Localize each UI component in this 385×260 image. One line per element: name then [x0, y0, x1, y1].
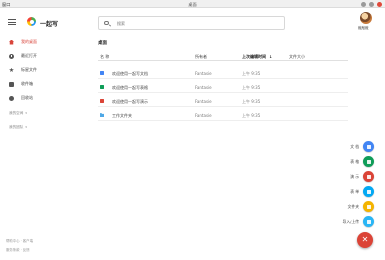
- window-close-icon[interactable]: [377, 1, 382, 7]
- window-title: 桌面: [188, 1, 197, 7]
- fab-new-sheet[interactable]: 表 格: [326, 156, 376, 168]
- document-icon: [100, 70, 104, 75]
- fab-label: 表 格: [350, 159, 359, 164]
- file-modified: 上午 9:35: [242, 84, 261, 90]
- column-header-modified[interactable]: 上次编辑时间: [242, 54, 272, 60]
- file-owner: Fantasie: [195, 98, 212, 104]
- app-name: 一起写: [40, 20, 59, 28]
- chevron-down-icon: ▾: [25, 111, 27, 115]
- sidebar-section-my-team[interactable]: 我的团队 ▾: [9, 125, 27, 130]
- file-modified: 上午 9:35: [242, 70, 261, 76]
- trash-icon: [9, 95, 14, 101]
- folder-icon[interactable]: [363, 201, 374, 212]
- fab-new-document[interactable]: 文 档: [326, 141, 376, 153]
- file-owner: Fantasie: [195, 70, 212, 76]
- table-row[interactable]: 工作文件夹 Fantasie 上午 9:35: [98, 109, 348, 121]
- star-icon: [9, 67, 14, 73]
- window-titlebar: 窗口 桌面: [0, 0, 385, 8]
- document-icon[interactable]: [363, 141, 374, 152]
- footer-links-primary[interactable]: 帮助中心 · 客户端: [6, 238, 33, 243]
- file-name[interactable]: 欢迎使用一起写表格: [112, 85, 148, 91]
- home-icon: [9, 39, 14, 45]
- maximize-icon[interactable]: [369, 1, 374, 7]
- minimize-icon[interactable]: [361, 1, 366, 7]
- form-icon[interactable]: [363, 186, 374, 197]
- mail-icon: [9, 81, 14, 87]
- chevron-down-icon: ▾: [25, 125, 27, 129]
- search-box[interactable]: [98, 16, 285, 30]
- sidebar-item-label: 回收站: [21, 95, 33, 100]
- footer-links-secondary[interactable]: 服务条款 · 反馈: [6, 247, 30, 252]
- sidebar-item-inbox[interactable]: 收件箱: [9, 80, 33, 88]
- clock-icon: [9, 53, 14, 59]
- app-logo: [27, 17, 36, 26]
- file-name[interactable]: 欢迎使用一起写演示: [112, 99, 148, 105]
- column-header-size[interactable]: 文件大小: [289, 54, 305, 60]
- sidebar-item-desktop[interactable]: 我的桌面: [9, 38, 37, 46]
- fab-label: 文 档: [350, 144, 359, 149]
- file-name[interactable]: 工作文件夹: [112, 113, 132, 119]
- upload-icon[interactable]: [363, 216, 374, 227]
- section-label: 我的空间: [9, 111, 24, 115]
- search-input[interactable]: [117, 20, 267, 27]
- file-modified: 上午 9:35: [242, 98, 261, 104]
- column-header-name[interactable]: 名 称: [100, 54, 109, 60]
- fab-new-form[interactable]: 表 单: [326, 186, 376, 198]
- fab-label: 演 示: [350, 174, 359, 179]
- table-header: 名 称 所有者 上次编辑时间 文件大小: [98, 54, 348, 61]
- fab-label: 表 单: [350, 189, 359, 194]
- window-controls: [361, 1, 382, 7]
- sidebar-item-starred[interactable]: 标星文件: [9, 66, 37, 74]
- sidebar-item-recent[interactable]: 最近打开: [9, 52, 37, 60]
- file-modified: 上午 9:35: [242, 112, 261, 118]
- sidebar-item-label: 我的桌面: [21, 39, 37, 44]
- spreadsheet-icon[interactable]: [363, 156, 374, 167]
- column-header-owner[interactable]: 所有者: [195, 54, 207, 60]
- file-name[interactable]: 欢迎使用一起写文档: [112, 71, 148, 77]
- username[interactable]: 敲敲敲: [358, 26, 369, 31]
- sidebar-section-my-space[interactable]: 我的空间 ▾: [9, 111, 27, 116]
- fab-label: 导入/上传: [342, 219, 359, 224]
- file-owner: Fantasie: [195, 84, 212, 90]
- fab-new-presentation[interactable]: 演 示: [326, 171, 376, 183]
- breadcrumb[interactable]: 桌面: [98, 40, 107, 46]
- search-icon: [104, 20, 109, 25]
- fab-import-upload[interactable]: 导入/上传: [326, 216, 376, 228]
- close-icon[interactable]: ✕: [357, 232, 373, 248]
- section-label: 我的团队: [9, 125, 24, 129]
- sidebar-item-label: 标星文件: [21, 67, 37, 72]
- table-row[interactable]: 欢迎使用一起写文档 Fantasie 上午 9:35: [98, 67, 348, 79]
- fab-new-folder[interactable]: 文件夹: [326, 201, 376, 213]
- folder-icon: [100, 113, 104, 117]
- table-row[interactable]: 欢迎使用一起写演示 Fantasie 上午 9:35: [98, 95, 348, 107]
- spreadsheet-icon: [100, 84, 104, 89]
- sidebar-item-label: 最近打开: [21, 53, 37, 58]
- presentation-icon[interactable]: [363, 171, 374, 182]
- presentation-icon: [100, 98, 104, 103]
- avatar[interactable]: [360, 12, 372, 24]
- menu-icon[interactable]: [8, 19, 16, 26]
- sidebar-item-trash[interactable]: 回收站: [9, 94, 33, 102]
- fab-label: 文件夹: [347, 204, 359, 209]
- table-row[interactable]: 欢迎使用一起写表格 Fantasie 上午 9:35: [98, 81, 348, 93]
- file-owner: Fantasie: [195, 112, 212, 118]
- sidebar-item-label: 收件箱: [21, 81, 33, 86]
